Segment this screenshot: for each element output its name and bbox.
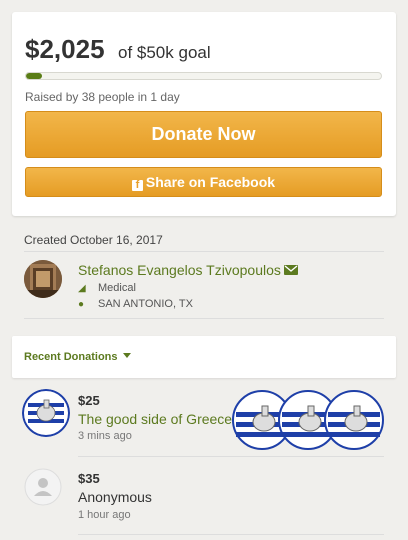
envelope-icon[interactable]	[283, 265, 298, 275]
raised-by-text: Raised by 38 people in 1 day	[25, 90, 180, 104]
progress-bar	[25, 72, 382, 80]
donate-now-button[interactable]: Donate Now	[25, 111, 382, 158]
greek-thumbs-up-avatar	[22, 389, 70, 437]
divider	[78, 456, 384, 457]
map-pin-icon: ●	[78, 299, 85, 310]
tag-icon: ◢	[78, 283, 86, 294]
facebook-icon: f	[131, 180, 143, 191]
organizer-name: Stefanos Evangelos Tzivopoulos	[78, 262, 281, 278]
category-text: Medical	[98, 282, 136, 294]
divider	[78, 534, 384, 535]
created-date: Created October 16, 2017	[24, 233, 163, 247]
amount-raised: $2,025	[25, 34, 105, 64]
divider	[24, 251, 384, 252]
donation-time: 3 mins ago	[78, 430, 132, 442]
category-row: ◢ Medical	[78, 282, 136, 294]
donation-summary-card: $2,025 of $50k goal Raised by 38 people …	[12, 12, 396, 216]
location-text: SAN ANTONIO, TX	[98, 298, 193, 310]
watermark-badges	[232, 390, 384, 450]
organizer-avatar[interactable]	[24, 260, 62, 298]
donation-amount: $25	[78, 393, 100, 408]
anonymous-avatar-icon	[24, 468, 62, 506]
recent-donations-toggle[interactable]: Recent Donations	[24, 351, 131, 363]
donor-name-link[interactable]: The good side of Greece	[78, 411, 232, 427]
share-label: Share on Facebook	[145, 174, 276, 190]
recent-donations-label: Recent Donations	[24, 351, 118, 363]
caret-down-icon	[122, 353, 131, 358]
share-facebook-button[interactable]: f Share on Facebook	[25, 167, 382, 197]
progress-fill	[26, 73, 42, 79]
goal-text: of $50k goal	[118, 43, 211, 62]
donor-name: Anonymous	[78, 489, 152, 505]
divider	[24, 318, 384, 319]
organizer-name-link[interactable]: Stefanos Evangelos Tzivopoulos	[78, 262, 298, 278]
location-row: ● SAN ANTONIO, TX	[78, 298, 193, 310]
donation-amount: $35	[78, 471, 100, 486]
donation-time: 1 hour ago	[78, 509, 131, 521]
